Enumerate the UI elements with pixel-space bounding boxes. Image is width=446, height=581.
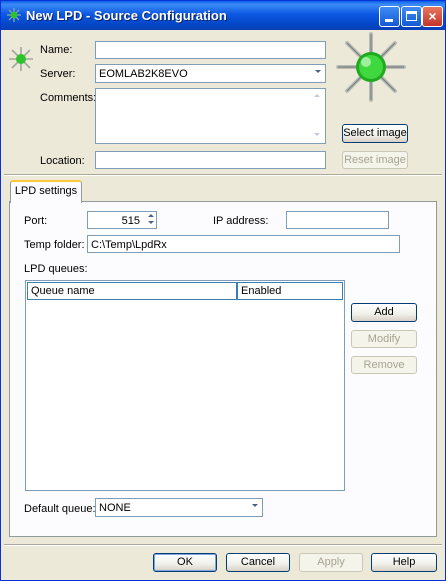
comments-textarea[interactable] [95,88,326,144]
source-star-icon [9,47,33,71]
comments-scrollbar[interactable] [309,89,325,143]
chevron-down-icon [252,504,258,507]
server-label: Server: [40,68,76,80]
source-star-icon [7,8,21,22]
ip-address-label: IP address: [213,215,269,227]
cancel-button[interactable]: Cancel [226,553,290,572]
column-header-label: Queue name [31,285,95,297]
port-label: Port: [24,215,48,227]
maximize-icon [406,11,417,21]
ok-button[interactable]: OK [153,553,217,572]
scroll-down-icon[interactable] [314,133,320,136]
divider [4,544,442,546]
select-image-button[interactable]: Select image [342,124,408,143]
title-bar[interactable]: New LPD - Source Configuration × [1,1,445,30]
location-input[interactable] [95,151,326,169]
name-label: Name: [40,44,73,56]
default-queue-dropdown[interactable]: NONE [95,498,263,517]
default-queue-label: Default queue: [24,503,96,515]
temp-folder-input[interactable]: C:\Temp\LpdRx [87,235,400,253]
location-label: Location: [40,155,85,167]
reset-image-button[interactable]: Reset image [342,151,408,169]
modify-queue-button[interactable]: Modify [351,330,417,348]
source-star-large-icon [336,32,406,102]
minimize-icon [385,19,393,22]
name-input[interactable] [95,41,326,59]
column-header-queue-name[interactable]: Queue name [27,282,237,300]
server-dropdown[interactable]: EOMLAB2K8EVO [95,64,326,83]
divider [4,174,442,176]
scroll-up-icon[interactable] [314,94,320,97]
help-button[interactable]: Help [371,553,437,572]
chevron-down-icon [315,70,321,73]
column-header-enabled[interactable]: Enabled [237,282,343,300]
spin-up-icon[interactable] [148,214,154,217]
apply-button[interactable]: Apply [299,553,363,572]
tab-lpd-settings[interactable]: LPD settings [10,180,82,203]
spin-down-icon[interactable] [148,221,154,224]
lpd-queues-list[interactable]: Queue name Enabled [25,280,345,491]
server-value: EOMLAB2K8EVO [99,68,188,80]
lpd-queues-label: LPD queues: [24,263,88,275]
close-button[interactable]: × [422,6,443,27]
dialog-window: New LPD - Source Configuration × Name: S… [0,0,446,581]
port-spin-buttons[interactable] [145,211,157,229]
ip-address-input[interactable] [286,211,389,229]
default-queue-value: NONE [99,502,131,514]
column-header-label: Enabled [241,285,282,297]
minimize-button[interactable] [379,6,400,27]
comments-label: Comments: [40,92,97,104]
window-title: New LPD - Source Configuration [26,8,227,23]
maximize-button[interactable] [401,6,422,27]
add-queue-button[interactable]: Add [351,303,417,322]
close-icon: × [428,8,437,24]
port-value: 515 [121,215,140,227]
remove-queue-button[interactable]: Remove [351,356,417,374]
temp-folder-label: Temp folder: [24,239,85,251]
